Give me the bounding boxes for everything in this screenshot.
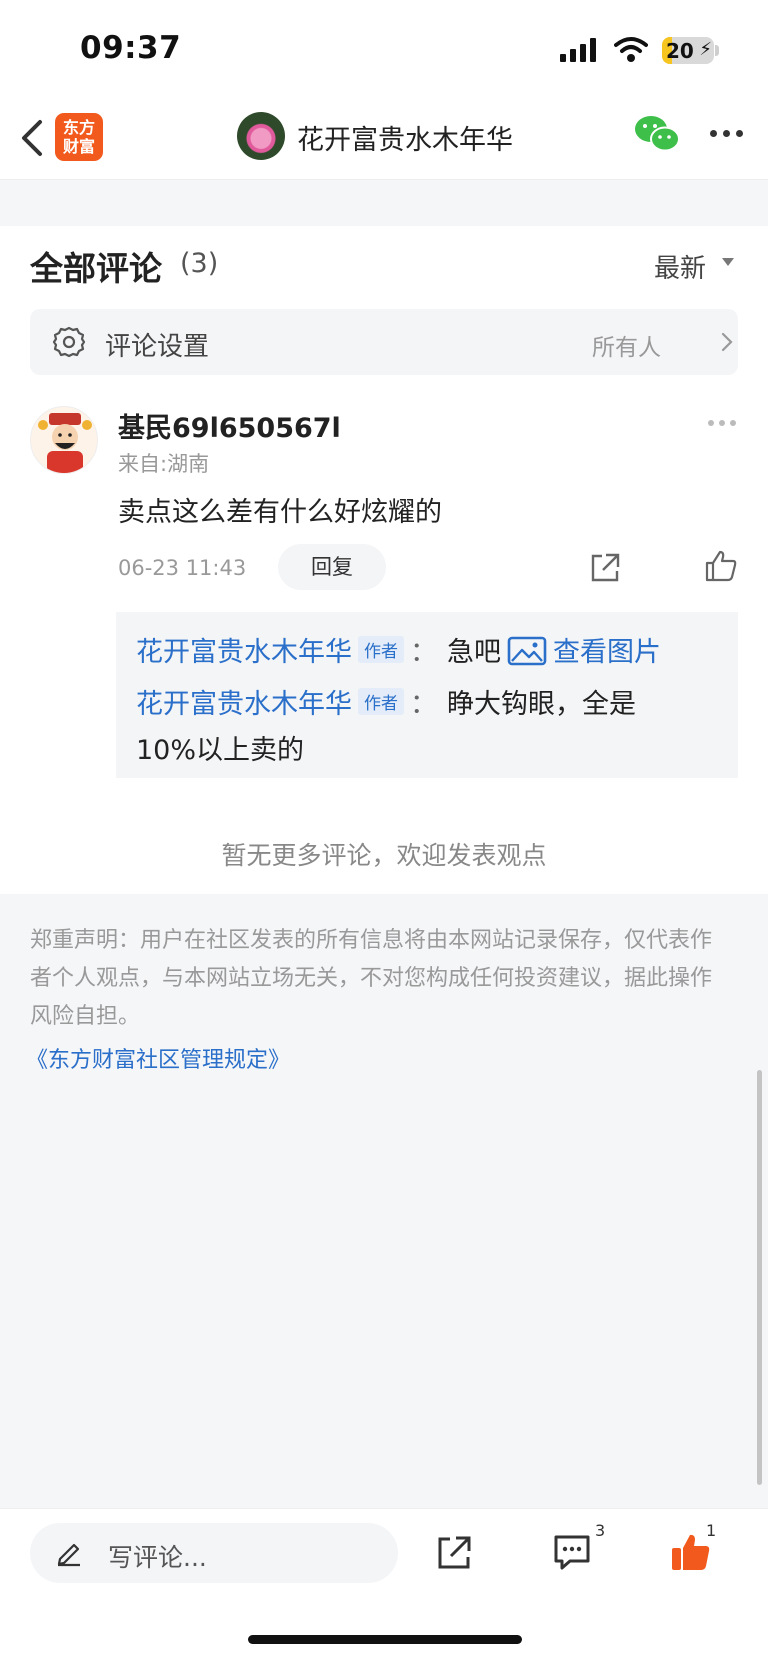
- home-indicator: [248, 1635, 522, 1644]
- comments-count: (3): [180, 248, 219, 279]
- battery-cap: [715, 45, 719, 56]
- comment-settings-row[interactable]: 评论设置 所有人: [30, 309, 738, 375]
- back-arrow-icon[interactable]: [18, 116, 48, 160]
- reply-colon: ：: [410, 689, 437, 720]
- author-badge: 作者: [358, 688, 404, 715]
- reply-text: 急吧: [447, 637, 501, 668]
- reply-text: 睁大钩眼，全是: [447, 689, 636, 720]
- caret-down-icon[interactable]: [722, 258, 734, 266]
- comment-more-icon[interactable]: [708, 420, 738, 428]
- reply-text-continuation: 10%以上卖的: [136, 735, 305, 766]
- bottom-action-bar: 写评论... 3 1: [0, 1508, 768, 1663]
- reply-author[interactable]: 花开富贵水木年华: [136, 689, 352, 720]
- status-time: 09:37: [80, 30, 182, 66]
- sort-dropdown[interactable]: 最新: [654, 248, 706, 285]
- status-bar: 09:37 20 ⚡: [0, 0, 768, 100]
- app-logo[interactable]: 东方 财富: [55, 113, 103, 161]
- write-comment-input[interactable]: 写评论...: [30, 1523, 398, 1583]
- comment-count-badge: 3: [595, 1521, 606, 1540]
- comment-date: 06-23 11:43: [118, 556, 247, 580]
- wifi-icon: [614, 37, 648, 62]
- chevron-right-icon: [721, 332, 733, 352]
- comments-title: 全部评论: [30, 249, 162, 288]
- cellular-signal-icon: [560, 38, 596, 62]
- comment-icon[interactable]: [552, 1533, 592, 1571]
- view-image-link[interactable]: 查看图片: [553, 637, 661, 668]
- more-options-icon[interactable]: [710, 130, 744, 140]
- gear-icon: [52, 326, 86, 358]
- battery-indicator: 20 ⚡: [662, 37, 714, 64]
- disclaimer-text: 郑重声明：用户在社区发表的所有信息将由本网站记录保存，仅代表作者个人观点，与本网…: [30, 928, 713, 1029]
- comment-settings-value: 所有人: [592, 335, 661, 361]
- comment-placeholder: 写评论...: [108, 1543, 207, 1572]
- charging-bolt-icon: ⚡: [699, 39, 712, 60]
- reply-colon: ：: [410, 637, 437, 668]
- comments-section: 全部评论 (3) 最新 评论设置 所有人 基民69l650567l 来自:湖南 …: [0, 226, 768, 894]
- author-badge: 作者: [358, 636, 404, 663]
- like-count-badge: 1: [706, 1521, 717, 1540]
- reply-item: 花开富贵水木年华 作者： 睁大钩眼，全是: [136, 682, 636, 721]
- share-icon[interactable]: [434, 1533, 474, 1573]
- scrollbar[interactable]: [757, 1070, 762, 1485]
- no-more-comments: 暂无更多评论，欢迎发表观点: [221, 841, 547, 870]
- share-icon[interactable]: [588, 551, 622, 585]
- wechat-icon[interactable]: [634, 114, 680, 154]
- image-icon[interactable]: [507, 636, 547, 666]
- reply-author[interactable]: 花开富贵水木年华: [136, 637, 352, 668]
- commenter-username[interactable]: 基民69l650567l: [118, 406, 341, 445]
- author-avatar[interactable]: [237, 112, 285, 160]
- battery-percent: 20: [666, 39, 694, 63]
- comment-text: 卖点这么差有什么好炫耀的: [118, 497, 442, 528]
- commenter-avatar[interactable]: [30, 406, 98, 474]
- top-nav: 东方 财富 花开富贵水木年华: [0, 100, 768, 180]
- reply-button[interactable]: 回复: [278, 544, 386, 590]
- page-title[interactable]: 花开富贵水木年华: [297, 118, 513, 157]
- fortune-god-avatar-icon: [38, 413, 92, 473]
- community-rules-link[interactable]: 《东方财富社区管理规定》: [26, 1042, 290, 1074]
- comment-settings-label: 评论设置: [105, 332, 210, 362]
- pen-icon: [57, 1543, 80, 1567]
- replies-box: 花开富贵水木年华 作者： 急吧 查看图片 花开富贵水木年华 作者： 睁大钩眼，全是 10…: [116, 612, 738, 778]
- commenter-location: 来自:湖南: [118, 452, 210, 476]
- thumbs-up-icon[interactable]: [704, 549, 738, 583]
- reply-item: 花开富贵水木年华 作者： 急吧 查看图片: [136, 630, 661, 669]
